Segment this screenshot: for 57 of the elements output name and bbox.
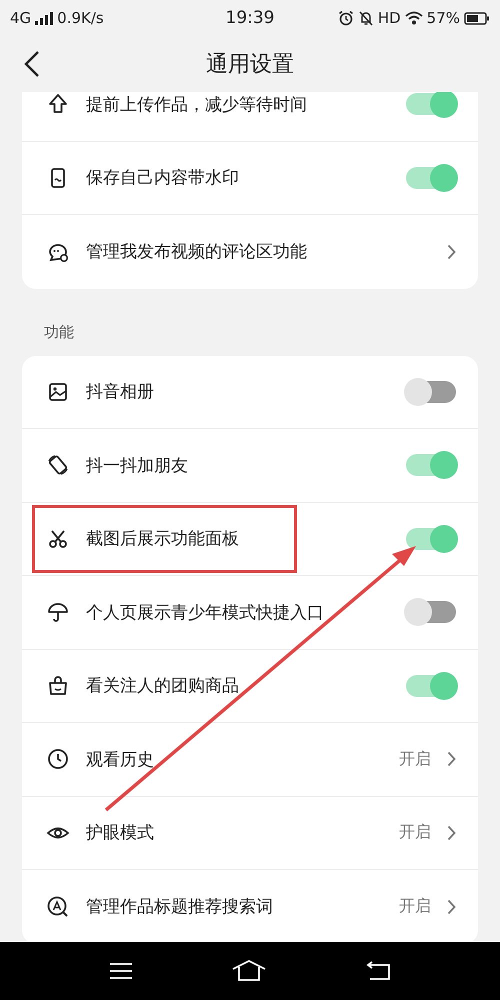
umbrella-icon xyxy=(46,600,70,624)
back-icon[interactable] xyxy=(24,50,40,78)
home-icon[interactable] xyxy=(232,960,266,982)
hd-indicator: HD xyxy=(378,9,401,27)
page-title: 通用设置 xyxy=(206,51,294,79)
toggle-switch[interactable] xyxy=(406,166,456,189)
settings-row[interactable]: 看关注人的团购商品 xyxy=(22,650,478,723)
settings-row[interactable]: 管理作品标题推荐搜索词 开启 xyxy=(22,870,478,942)
settings-row[interactable]: 抖音相册 xyxy=(22,356,478,429)
setting-label: 抖一抖加朋友 xyxy=(86,454,189,477)
setting-label: 截图后展示功能面板 xyxy=(86,528,240,550)
setting-label: 管理我发布视频的评论区功能 xyxy=(86,241,308,264)
setting-label: 保存自己内容带水印 xyxy=(86,167,240,190)
chevron-icon xyxy=(447,898,456,915)
signal-icon xyxy=(35,12,54,24)
toggle-switch[interactable] xyxy=(406,674,456,697)
wifi-icon xyxy=(404,11,423,25)
toggle-switch[interactable] xyxy=(406,454,456,476)
clock-time: 19:39 xyxy=(226,8,274,28)
section-title: 功能 xyxy=(43,322,75,342)
battery-percent: 57% xyxy=(426,9,460,27)
settings-row[interactable]: 截图后展示功能面板 xyxy=(22,502,478,576)
settings-row[interactable]: 观看历史 开启 xyxy=(22,723,478,796)
chevron-icon xyxy=(447,751,456,768)
settings-row[interactable]: 管理我发布视频的评论区功能 xyxy=(22,215,478,288)
settings-row[interactable]: 抖一抖加朋友 xyxy=(22,429,478,502)
menu-icon[interactable] xyxy=(109,962,134,980)
settings-row[interactable]: 保存自己内容带水印 xyxy=(22,142,478,215)
setting-label: 看关注人的团购商品 xyxy=(86,675,240,698)
battery-icon xyxy=(464,12,490,24)
chevron-icon xyxy=(447,824,456,841)
toggle-switch[interactable] xyxy=(406,601,456,624)
toggle-switch[interactable] xyxy=(406,528,456,550)
back-nav-icon[interactable] xyxy=(364,961,391,981)
chevron-icon xyxy=(447,244,456,260)
rotate-phone-icon xyxy=(46,453,70,478)
setting-value: 开启 xyxy=(399,748,431,770)
settings-row[interactable]: 护眼模式 开启 xyxy=(22,796,478,870)
setting-label: 抖音相册 xyxy=(86,381,155,404)
setting-label: 护眼模式 xyxy=(86,822,155,844)
setting-value: 开启 xyxy=(399,896,431,918)
setting-label: 管理作品标题推荐搜索词 xyxy=(86,896,274,918)
settings-row[interactable]: 提前上传作品，减少等待时间 xyxy=(22,92,478,142)
network-type: 4G xyxy=(10,9,32,27)
alarm-icon xyxy=(338,10,354,26)
setting-label: 提前上传作品，减少等待时间 xyxy=(86,94,308,116)
shopping-bag-icon xyxy=(46,674,70,698)
settings-row[interactable]: 个人页展示青少年模式快捷入口 xyxy=(22,576,478,650)
setting-label: 观看历史 xyxy=(86,748,155,771)
setting-label: 个人页展示青少年模式快捷入口 xyxy=(86,602,325,624)
muted-bell-icon xyxy=(358,10,374,26)
setting-value: 开启 xyxy=(399,822,431,844)
toggle-switch[interactable] xyxy=(406,93,456,116)
clock-icon xyxy=(46,747,70,772)
search-circle-icon xyxy=(46,894,70,919)
network-speed: 0.9K/s xyxy=(57,9,104,27)
toggle-switch[interactable] xyxy=(406,380,456,403)
